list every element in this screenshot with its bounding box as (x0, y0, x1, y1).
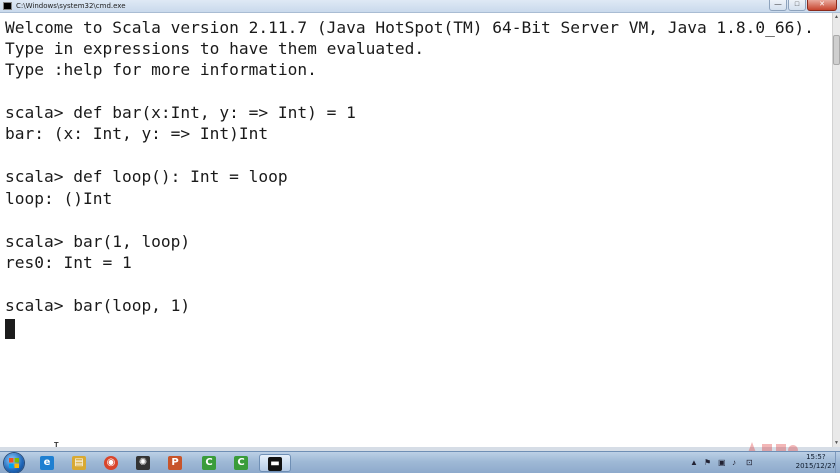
windows-logo-icon (9, 458, 19, 468)
console-line: Type :help for more information. (5, 60, 317, 79)
action-center-flag-icon[interactable]: ⚑ (704, 459, 712, 467)
system-tray: ▲ ⚑ ▣ ♪ ⊡ (690, 455, 754, 471)
window-title: C:\Windows\system32\cmd.exe (16, 2, 126, 10)
taskbar-camtasia-recorder[interactable]: C (228, 454, 254, 472)
console-line: bar: (x: Int, y: => Int)Int (5, 124, 269, 143)
console-output[interactable]: Welcome to Scala version 2.11.7 (Java Ho… (0, 13, 832, 452)
clock-time: 15:5? (806, 453, 826, 461)
cmd-icon: ▬ (268, 457, 282, 471)
scroll-down-icon[interactable]: ▼ (833, 439, 840, 447)
taskbar-clock[interactable]: 15:5? 2015/12/27 (796, 453, 836, 471)
window-controls: — □ ✕ (769, 0, 837, 12)
console-line: res0: Int = 1 (5, 253, 132, 272)
start-button[interactable] (4, 453, 24, 473)
network-icon[interactable]: ▣ (718, 459, 726, 467)
taskbar-app[interactable]: ✺ (130, 454, 156, 472)
console-line: Welcome to Scala version 2.11.7 (Java Ho… (5, 18, 814, 37)
taskbar-camtasia[interactable]: C (196, 454, 222, 472)
app-icon: ✺ (136, 456, 150, 470)
text-cursor (5, 319, 15, 339)
cmd-app-icon (3, 2, 12, 10)
console-line: loop: ()Int (5, 189, 113, 208)
close-button[interactable]: ✕ (807, 0, 837, 11)
console-line: scala> bar(1, loop) (5, 232, 191, 251)
taskbar: e ▤ ◉ ✺ P C C ▬ ▲ ⚑ ▣ ♪ ⊡ 15:5? 2015/12/… (0, 451, 840, 473)
ie-icon: e (40, 456, 54, 470)
console-line: Type in expressions to have them evaluat… (5, 39, 425, 58)
scroll-up-icon[interactable]: ▲ (833, 13, 840, 21)
photoshop-icon: P (168, 456, 182, 470)
scroll-thumb[interactable] (833, 35, 840, 65)
clock-date: 2015/12/27 (795, 462, 836, 470)
taskbar-explorer[interactable]: ▤ (66, 454, 92, 472)
taskbar-cmd[interactable]: ▬ (259, 454, 291, 472)
taskbar-ie[interactable]: e (34, 454, 60, 472)
console-line: scala> def bar(x:Int, y: => Int) = 1 (5, 103, 356, 122)
taskbar-chrome[interactable]: ◉ (98, 454, 124, 472)
chrome-icon: ◉ (104, 456, 118, 470)
show-desktop-button[interactable] (835, 452, 840, 473)
camtasia-recorder-icon: C (234, 456, 248, 470)
console-line: scala> bar(loop, 1) (5, 296, 191, 315)
show-hidden-icons-icon[interactable]: ▲ (690, 459, 698, 467)
minimize-button[interactable]: — (769, 0, 787, 11)
console-line: scala> def loop(): Int = loop (5, 167, 288, 186)
maximize-button[interactable]: □ (788, 0, 806, 11)
explorer-icon: ▤ (72, 456, 86, 470)
vertical-scrollbar[interactable]: ▲ ▼ (832, 13, 840, 447)
camtasia-icon: C (202, 456, 216, 470)
input-method-icon[interactable]: ⊡ (746, 459, 754, 467)
taskbar-photoshop[interactable]: P (162, 454, 188, 472)
window-titlebar[interactable]: C:\Windows\system32\cmd.exe — □ ✕ (0, 0, 840, 13)
volume-icon[interactable]: ♪ (732, 459, 740, 467)
